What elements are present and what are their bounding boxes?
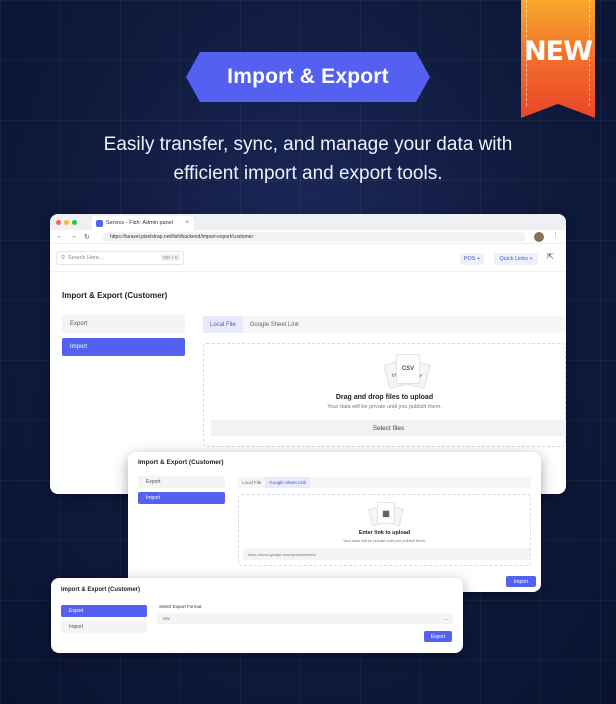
sheet-link-input[interactable]: https://docs.google.com/spreadsheets/ <box>243 548 530 560</box>
export-format-label: Select Export Format <box>159 604 202 609</box>
search-input[interactable]: ⚲ Search Here... Ctrl + K <box>56 251 184 265</box>
export-button[interactable]: Export <box>424 631 452 642</box>
ribbon-label: NEW <box>524 36 593 67</box>
browser-menu-icon[interactable]: ⋮ <box>552 231 559 239</box>
files-icon: CSV CSV CSV <box>374 350 440 390</box>
browser-tab-bar: Service - Fish: Admin panel × <box>50 214 566 230</box>
export-format-value: csv <box>163 616 170 621</box>
tab-close-icon[interactable]: × <box>185 220 189 226</box>
card3-sidebar-import[interactable]: Import <box>61 621 147 633</box>
drop-subtitle: Your data will be private until you publ… <box>327 404 442 410</box>
tagline-line-2: efficient import and export tools. <box>173 163 443 184</box>
url-text: https://laravel.pixelstrap.net/fish/back… <box>110 234 254 240</box>
card2-sidebar-import[interactable]: Import <box>138 492 225 504</box>
reload-icon[interactable]: ↻ <box>84 233 90 241</box>
new-ribbon: NEW <box>521 0 595 118</box>
sheet-files-icon: ▦ <box>364 500 408 527</box>
card2-sidebar-export[interactable]: Export <box>138 476 225 488</box>
admin-top-nav: ⚲ Search Here... Ctrl + K POS + Quick Li… <box>50 244 566 272</box>
url-field[interactable]: https://laravel.pixelstrap.net/fish/back… <box>102 232 526 242</box>
page-title: Import & Export (Customer) <box>62 291 168 300</box>
quick-links-button[interactable]: Quick Links + <box>494 253 538 265</box>
sidebar-item-import[interactable]: Import <box>62 338 185 356</box>
export-card: Import & Export (Customer) Export Import… <box>51 578 463 653</box>
tagline: Easily transfer, sync, and manage your d… <box>60 130 556 188</box>
pos-button[interactable]: POS + <box>460 253 484 265</box>
avatar[interactable] <box>534 232 544 242</box>
share-icon[interactable]: ⇱ <box>547 252 554 261</box>
card2-tab-local-file[interactable]: Local File <box>238 477 265 488</box>
chevron-down-icon: ⌄ <box>444 616 448 621</box>
import-tabs: Local File Google Sheet Link <box>203 316 566 333</box>
search-placeholder: Search Here... <box>68 255 104 261</box>
card2-drop-title: Enter link to upload <box>358 530 411 536</box>
favicon-icon <box>96 219 103 227</box>
card2-tabs: Local File Google Sheet Link <box>238 477 531 488</box>
close-dot-icon[interactable] <box>56 219 61 225</box>
browser-tab-title: Service - Fish: Admin panel <box>106 220 173 226</box>
search-icon: ⚲ <box>61 255 66 261</box>
maximize-dot-icon[interactable] <box>72 219 77 225</box>
export-format-select[interactable]: csv ⌄ <box>157 613 453 624</box>
tagline-line-1: Easily transfer, sync, and manage your d… <box>103 134 513 155</box>
address-bar-row: ← → ↻ https://laravel.pixelstrap.net/fis… <box>50 230 566 244</box>
card2-tab-google-sheet[interactable]: Google Sheet Link <box>265 477 311 488</box>
search-shortcut: Ctrl + K <box>160 254 180 261</box>
card2-import-button[interactable]: Import <box>506 576 536 587</box>
csv-file-icon: CSV <box>396 354 420 384</box>
card2-title: Import & Export (Customer) <box>138 459 224 466</box>
google-sheet-card: Import & Export (Customer) Export Import… <box>128 452 541 592</box>
drop-title: Drag and drop files to upload <box>335 394 434 401</box>
back-icon[interactable]: ← <box>56 233 63 240</box>
tab-google-sheet-link[interactable]: Google Sheet Link <box>243 316 306 333</box>
sheet-link-placeholder: https://docs.google.com/spreadsheets/ <box>248 551 317 557</box>
minimize-dot-icon[interactable] <box>64 219 69 225</box>
select-files-button[interactable]: Select files <box>211 420 566 436</box>
card2-drop-subtitle: Your data will be private until you publ… <box>342 538 427 543</box>
sidebar-item-export[interactable]: Export <box>62 315 185 333</box>
sheet-grid-icon: ▦ <box>377 502 395 524</box>
tab-local-file[interactable]: Local File <box>203 316 243 333</box>
card3-sidebar-export[interactable]: Export <box>61 605 147 617</box>
pill-label: Import & Export <box>227 65 389 88</box>
import-export-pill: Import & Export <box>186 52 430 102</box>
card3-title: Import & Export (Customer) <box>61 587 141 593</box>
browser-tab[interactable]: Service - Fish: Admin panel × <box>92 216 194 230</box>
forward-icon[interactable]: → <box>70 233 77 240</box>
